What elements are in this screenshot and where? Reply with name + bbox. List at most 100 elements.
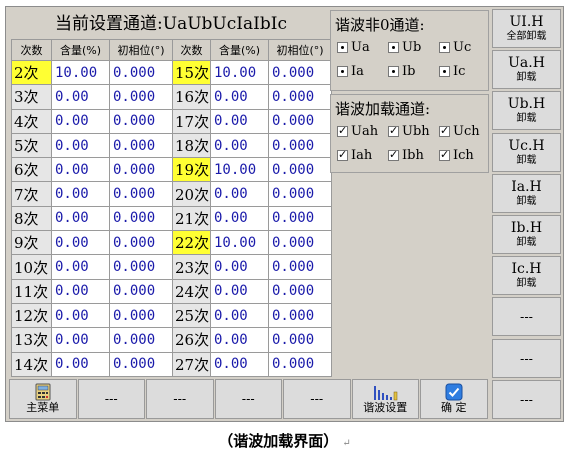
bottom-button-empty[interactable]: --- bbox=[146, 379, 214, 419]
content-percent-cell[interactable]: 10.00 bbox=[51, 59, 110, 86]
initial-phase-cell[interactable]: 0.000 bbox=[109, 108, 173, 134]
nonzero-channel-ia[interactable]: Ia bbox=[337, 64, 364, 79]
bottom-button-empty[interactable]: --- bbox=[77, 379, 145, 419]
harmonic-order-cell[interactable]: 3次 bbox=[11, 84, 52, 110]
harmonic-order-cell[interactable]: 19次 bbox=[172, 157, 211, 183]
harmonic-order-cell[interactable]: 26次 bbox=[172, 327, 211, 353]
initial-phase-cell[interactable]: 0.000 bbox=[268, 230, 332, 256]
harmonic-order-cell[interactable]: 4次 bbox=[11, 108, 52, 134]
harmonic-order-cell[interactable]: 23次 bbox=[172, 254, 211, 280]
harmonic-order-cell[interactable]: 6次 bbox=[11, 157, 52, 183]
harmonic-order-cell[interactable]: 18次 bbox=[172, 132, 211, 159]
main-menu-button[interactable]: 主菜单 bbox=[9, 379, 77, 419]
initial-phase-cell[interactable]: 0.000 bbox=[268, 205, 332, 232]
harmonic-order-cell[interactable]: 10次 bbox=[11, 254, 52, 280]
content-percent-cell[interactable]: 0.00 bbox=[210, 205, 269, 232]
harmonic-order-cell[interactable]: 8次 bbox=[11, 205, 52, 232]
content-percent-cell[interactable]: 0.00 bbox=[51, 108, 110, 134]
initial-phase-cell[interactable]: 0.000 bbox=[268, 278, 332, 304]
side-button-empty[interactable]: --- bbox=[492, 338, 561, 378]
confirm-button[interactable]: 确 定 bbox=[420, 379, 488, 419]
content-percent-cell[interactable]: 0.00 bbox=[51, 157, 110, 183]
unload-button-ib-h[interactable]: Ib.H 卸载 bbox=[492, 215, 561, 254]
nonzero-channel-ub[interactable]: Ub bbox=[388, 40, 421, 55]
initial-phase-cell[interactable]: 0.000 bbox=[268, 59, 332, 86]
initial-phase-cell[interactable]: 0.000 bbox=[109, 181, 173, 207]
nonzero-channel-ib[interactable]: Ib bbox=[388, 64, 415, 79]
initial-phase-cell[interactable]: 0.000 bbox=[268, 327, 332, 353]
content-percent-cell[interactable]: 0.00 bbox=[51, 84, 110, 110]
harmonic-order-cell[interactable]: 7次 bbox=[11, 181, 52, 207]
initial-phase-cell[interactable]: 0.000 bbox=[109, 302, 173, 329]
harmonic-order-cell[interactable]: 27次 bbox=[172, 351, 211, 377]
content-percent-cell[interactable]: 0.00 bbox=[51, 181, 110, 207]
load-channel-ubh[interactable]: Ubh bbox=[388, 124, 430, 139]
content-percent-cell[interactable]: 10.00 bbox=[210, 59, 269, 86]
content-percent-cell[interactable]: 0.00 bbox=[51, 230, 110, 256]
initial-phase-cell[interactable]: 0.000 bbox=[109, 230, 173, 256]
content-percent-cell[interactable]: 0.00 bbox=[210, 108, 269, 134]
content-percent-cell[interactable]: 10.00 bbox=[210, 157, 269, 183]
initial-phase-cell[interactable]: 0.000 bbox=[268, 181, 332, 207]
initial-phase-cell[interactable]: 0.000 bbox=[109, 327, 173, 353]
initial-phase-cell[interactable]: 0.000 bbox=[109, 254, 173, 280]
nonzero-channel-ic[interactable]: Ic bbox=[439, 64, 465, 79]
content-percent-cell[interactable]: 0.00 bbox=[51, 254, 110, 280]
load-channel-ich[interactable]: Ich bbox=[439, 148, 474, 163]
unload-button-ua-h[interactable]: Ua.H 卸载 bbox=[492, 50, 561, 90]
bottom-button-empty[interactable]: --- bbox=[214, 379, 282, 419]
unload-button-ub-h[interactable]: Ub.H 卸载 bbox=[492, 91, 561, 131]
initial-phase-cell[interactable]: 0.000 bbox=[268, 84, 332, 110]
initial-phase-cell[interactable]: 0.000 bbox=[268, 254, 332, 280]
harmonic-order-cell[interactable]: 13次 bbox=[11, 327, 52, 353]
harmonic-order-cell[interactable]: 15次 bbox=[172, 59, 211, 86]
initial-phase-cell[interactable]: 0.000 bbox=[109, 84, 173, 110]
content-percent-cell[interactable]: 0.00 bbox=[210, 132, 269, 159]
initial-phase-cell[interactable]: 0.000 bbox=[268, 302, 332, 329]
content-percent-cell[interactable]: 0.00 bbox=[210, 302, 269, 329]
initial-phase-cell[interactable]: 0.000 bbox=[109, 59, 173, 86]
load-channel-uah[interactable]: Uah bbox=[337, 124, 378, 139]
initial-phase-cell[interactable]: 0.000 bbox=[109, 351, 173, 377]
content-percent-cell[interactable]: 0.00 bbox=[51, 351, 110, 377]
initial-phase-cell[interactable]: 0.000 bbox=[109, 205, 173, 232]
content-percent-cell[interactable]: 0.00 bbox=[210, 278, 269, 304]
load-channel-iah[interactable]: Iah bbox=[337, 148, 372, 163]
harmonic-order-cell[interactable]: 24次 bbox=[172, 278, 211, 304]
content-percent-cell[interactable]: 0.00 bbox=[210, 254, 269, 280]
unload-button-ia-h[interactable]: Ia.H 卸载 bbox=[492, 173, 561, 213]
nonzero-channel-ua[interactable]: Ua bbox=[337, 40, 370, 55]
unload-button-uc-h[interactable]: Uc.H 卸载 bbox=[492, 132, 561, 172]
content-percent-cell[interactable]: 0.00 bbox=[51, 205, 110, 232]
harmonic-settings-button[interactable]: 谐波设置 bbox=[351, 379, 419, 419]
nonzero-channel-uc[interactable]: Uc bbox=[439, 40, 471, 55]
harmonic-order-cell[interactable]: 5次 bbox=[11, 132, 52, 159]
harmonic-order-cell[interactable]: 2次 bbox=[11, 59, 52, 86]
harmonic-order-cell[interactable]: 9次 bbox=[11, 230, 52, 256]
initial-phase-cell[interactable]: 0.000 bbox=[268, 157, 332, 183]
initial-phase-cell[interactable]: 0.000 bbox=[268, 132, 332, 159]
unload-button-ui-h[interactable]: UI.H 全部卸载 bbox=[492, 9, 561, 48]
side-button-empty[interactable]: --- bbox=[492, 297, 561, 337]
bottom-button-empty[interactable]: --- bbox=[283, 379, 351, 419]
content-percent-cell[interactable]: 0.00 bbox=[210, 351, 269, 377]
harmonic-order-cell[interactable]: 14次 bbox=[11, 351, 52, 377]
harmonic-order-cell[interactable]: 11次 bbox=[11, 278, 52, 304]
content-percent-cell[interactable]: 0.00 bbox=[51, 278, 110, 304]
harmonic-order-cell[interactable]: 12次 bbox=[11, 302, 52, 329]
initial-phase-cell[interactable]: 0.000 bbox=[268, 351, 332, 377]
harmonic-order-cell[interactable]: 25次 bbox=[172, 302, 211, 329]
content-percent-cell[interactable]: 0.00 bbox=[210, 181, 269, 207]
content-percent-cell[interactable]: 0.00 bbox=[210, 84, 269, 110]
side-button-empty[interactable]: --- bbox=[492, 379, 561, 419]
content-percent-cell[interactable]: 10.00 bbox=[210, 230, 269, 256]
harmonic-order-cell[interactable]: 16次 bbox=[172, 84, 211, 110]
initial-phase-cell[interactable]: 0.000 bbox=[109, 278, 173, 304]
load-channel-uch[interactable]: Uch bbox=[439, 124, 480, 139]
content-percent-cell[interactable]: 0.00 bbox=[51, 132, 110, 159]
content-percent-cell[interactable]: 0.00 bbox=[51, 327, 110, 353]
content-percent-cell[interactable]: 0.00 bbox=[210, 327, 269, 353]
harmonic-order-cell[interactable]: 22次 bbox=[172, 230, 211, 256]
harmonic-order-cell[interactable]: 20次 bbox=[172, 181, 211, 207]
harmonic-order-cell[interactable]: 21次 bbox=[172, 205, 211, 232]
